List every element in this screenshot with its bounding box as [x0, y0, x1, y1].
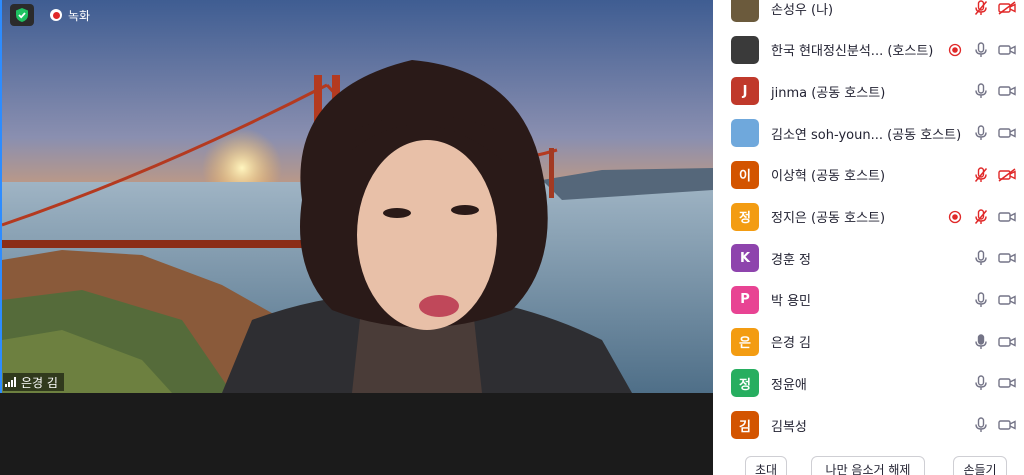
participant-status-icons — [972, 82, 1016, 100]
participant-status-icons — [972, 166, 1016, 184]
participant-name: 이상혁 (공동 호스트) — [771, 169, 886, 185]
participant-status-icons — [972, 416, 1016, 434]
participant-row[interactable]: K 경훈 정 — [713, 237, 1024, 279]
participant-avatar: J — [731, 77, 759, 106]
speaker-video-frame — [2, 0, 713, 393]
raise-hand-button[interactable]: 손들기 — [953, 456, 1007, 475]
participant-status-icons — [972, 291, 1016, 309]
participant-status-icons — [972, 0, 1016, 17]
signal-strength-icon — [5, 377, 16, 387]
participant-name: 한국 현대정신분석... (호스트) — [771, 44, 934, 60]
participant-name: jinma (공동 호스트) — [771, 85, 886, 101]
participant-avatar — [731, 0, 759, 22]
participant-row[interactable]: 은 은경 김 — [713, 321, 1024, 363]
participant-row[interactable]: 김 김복성 — [713, 404, 1024, 446]
video-camera-icon[interactable] — [998, 291, 1016, 309]
microphone-icon[interactable] — [972, 124, 990, 142]
participant-name: 정윤애 — [771, 377, 807, 393]
participant-status-icons — [972, 124, 1016, 142]
microphone-icon[interactable] — [972, 82, 990, 100]
participant-avatar: 이 — [731, 160, 759, 189]
participant-row[interactable]: 정 정윤애 — [713, 362, 1024, 404]
video-camera-icon[interactable] — [998, 82, 1016, 100]
participant-status-icons — [972, 374, 1016, 392]
recording-label: 녹화 — [68, 8, 91, 23]
video-camera-icon[interactable] — [998, 41, 1016, 59]
participant-status-icons — [972, 333, 1016, 351]
participants-actions: 초대 나만 음소거 해제 손들기 — [713, 456, 1024, 475]
recording-indicator[interactable]: 녹화 — [46, 6, 94, 24]
microphone-icon[interactable] — [972, 249, 990, 267]
mic-muted-icon[interactable] — [972, 0, 990, 17]
video-stage: 녹화 은경 김 — [0, 0, 713, 475]
recording-icon — [946, 41, 964, 59]
video-camera-icon[interactable] — [998, 374, 1016, 392]
participant-avatar: 은 — [731, 327, 759, 356]
speaker-name: 은경 김 — [21, 375, 58, 390]
participant-row[interactable]: 손성우 (나) — [713, 0, 1024, 29]
participant-row[interactable]: 김소연 soh-youn... (공동 호스트) — [713, 112, 1024, 154]
participant-row[interactable]: 이 이상혁 (공동 호스트) — [713, 154, 1024, 196]
microphone-icon[interactable] — [972, 374, 990, 392]
recording-icon — [946, 208, 964, 226]
participant-name: 경훈 정 — [771, 252, 812, 268]
active-speaker-video[interactable] — [0, 0, 713, 393]
participants-panel: 손성우 (나) 한국 현대정신분석... (호스트) Jjinma (공동 호스트)… — [713, 0, 1024, 475]
participant-row[interactable]: 정 정지은 (공동 호스트) — [713, 196, 1024, 238]
microphone-icon[interactable] — [972, 291, 990, 309]
participant-avatar: K — [731, 244, 759, 273]
participant-avatar: 정 — [731, 369, 759, 398]
participant-avatar: 김 — [731, 411, 759, 439]
zoom-meeting-window: 녹화 은경 김 손성우 (나) 한국 현대정신분석... (호스트) Jjinma … — [0, 0, 1024, 475]
video-camera-icon[interactable] — [998, 333, 1016, 351]
participant-status-icons — [946, 208, 1016, 226]
record-icon — [50, 9, 62, 21]
microphone-icon[interactable] — [972, 41, 990, 59]
participant-name: 김소연 soh-youn... (공동 호스트) — [771, 127, 962, 143]
security-button[interactable] — [10, 4, 34, 26]
participant-status-icons — [972, 249, 1016, 267]
microphone-icon[interactable] — [972, 416, 990, 434]
participant-name: 박 용민 — [771, 294, 812, 310]
participant-name: 은경 김 — [771, 336, 812, 352]
mic-muted-icon[interactable] — [972, 208, 990, 226]
microphone-icon[interactable] — [972, 333, 990, 351]
mic-muted-icon[interactable] — [972, 166, 990, 184]
unmute-me-button[interactable]: 나만 음소거 해제 — [811, 456, 925, 475]
participant-row[interactable]: P 박 용민 — [713, 279, 1024, 321]
participant-avatar: 정 — [731, 202, 759, 231]
video-camera-icon[interactable] — [998, 124, 1016, 142]
participant-name: 손성우 (나) — [771, 2, 834, 18]
participant-avatar: P — [731, 285, 759, 314]
video-camera-icon[interactable] — [998, 249, 1016, 267]
stage-empty-area — [0, 393, 713, 475]
video-camera-icon[interactable] — [998, 416, 1016, 434]
video-camera-icon[interactable] — [998, 208, 1016, 226]
participant-name: 김복성 — [771, 419, 807, 435]
participant-avatar — [731, 35, 759, 64]
participant-row[interactable]: Jjinma (공동 호스트) — [713, 70, 1024, 112]
shield-check-icon — [13, 6, 31, 24]
speaker-name-tag: 은경 김 — [3, 373, 64, 391]
participant-row[interactable]: 한국 현대정신분석... (호스트) — [713, 29, 1024, 71]
participant-status-icons — [946, 41, 1016, 59]
video-off-icon[interactable] — [998, 166, 1016, 184]
invite-button[interactable]: 초대 — [745, 456, 787, 475]
participant-avatar — [731, 119, 759, 148]
participant-name: 정지은 (공동 호스트) — [771, 211, 886, 226]
video-off-icon[interactable] — [998, 0, 1016, 17]
